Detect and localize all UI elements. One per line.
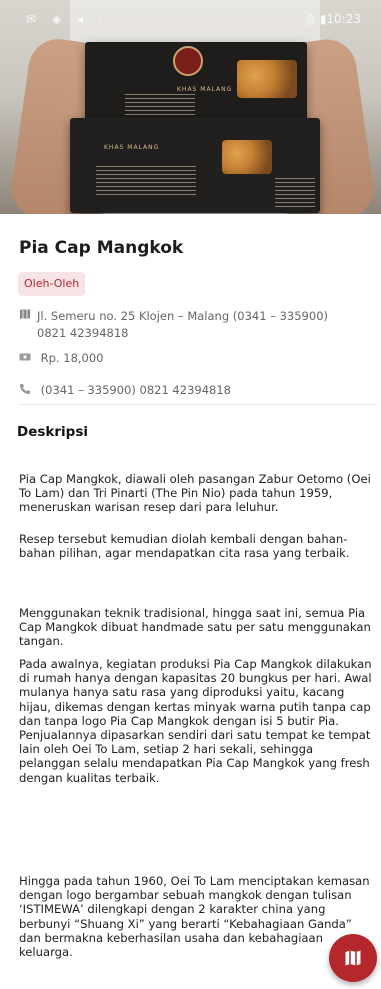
phone-icon <box>20 384 30 394</box>
map-icon <box>345 950 361 966</box>
address-text: Jl. Semeru no. 25 Klojen – Malang (0341 … <box>37 309 328 340</box>
description-paragraph: Pada awalnya, kegiatan produksi Pia Cap … <box>19 657 372 785</box>
box-flavors-text <box>275 178 315 208</box>
category-badge: Oleh-Oleh <box>18 272 86 296</box>
phone-text: (0341 – 335900) 0821 42394818 <box>40 383 231 397</box>
hero-box-top: KHAS MALANG <box>85 42 307 127</box>
status-bar: ✉ ◈ ◂ · ◎ ▮10:23 <box>0 0 381 36</box>
description-paragraph: Hingga pada tahun 1960, Oei To Lam menci… <box>19 874 370 960</box>
box-cakes-image <box>237 60 297 98</box>
box-label-top: KHAS MALANG <box>177 86 233 93</box>
box-logo <box>173 46 203 76</box>
page-title: Pia Cap Mangkok <box>19 238 184 258</box>
status-icons-left: ✉ ◈ ◂ · <box>26 12 109 26</box>
box-label-bottom: KHAS MALANG <box>104 144 160 151</box>
map-icon <box>20 309 30 319</box>
map-fab-button[interactable] <box>329 934 377 982</box>
description-paragraph: Menggunakan teknik tradisional, hingga s… <box>19 606 371 649</box>
price-text: Rp. 18,000 <box>40 351 104 365</box>
phone-row[interactable]: (0341 – 335900) 0821 42394818 <box>19 382 231 399</box>
description-paragraph: Resep tersebut kemudian diolah kembali d… <box>19 532 350 561</box>
status-time: ◎ ▮10:23 <box>305 12 361 26</box>
divider <box>19 404 377 405</box>
box-ingredients-text-2 <box>96 166 196 196</box>
cash-icon <box>19 353 31 361</box>
price-row: Rp. 18,000 <box>19 350 104 367</box>
description-paragraph: Pia Cap Mangkok, diawali oleh pasangan Z… <box>19 472 371 515</box>
box-cakes-image-2 <box>222 140 272 174</box>
hero-image: KHAS MALANG KHAS MALANG ✉ ◈ ◂ · ◎ ▮10:23 <box>0 0 381 214</box>
hero-box-bottom: KHAS MALANG <box>70 118 320 213</box>
description-heading: Deskripsi <box>17 424 88 440</box>
address-row[interactable]: Jl. Semeru no. 25 Klojen – Malang (0341 … <box>19 308 364 342</box>
